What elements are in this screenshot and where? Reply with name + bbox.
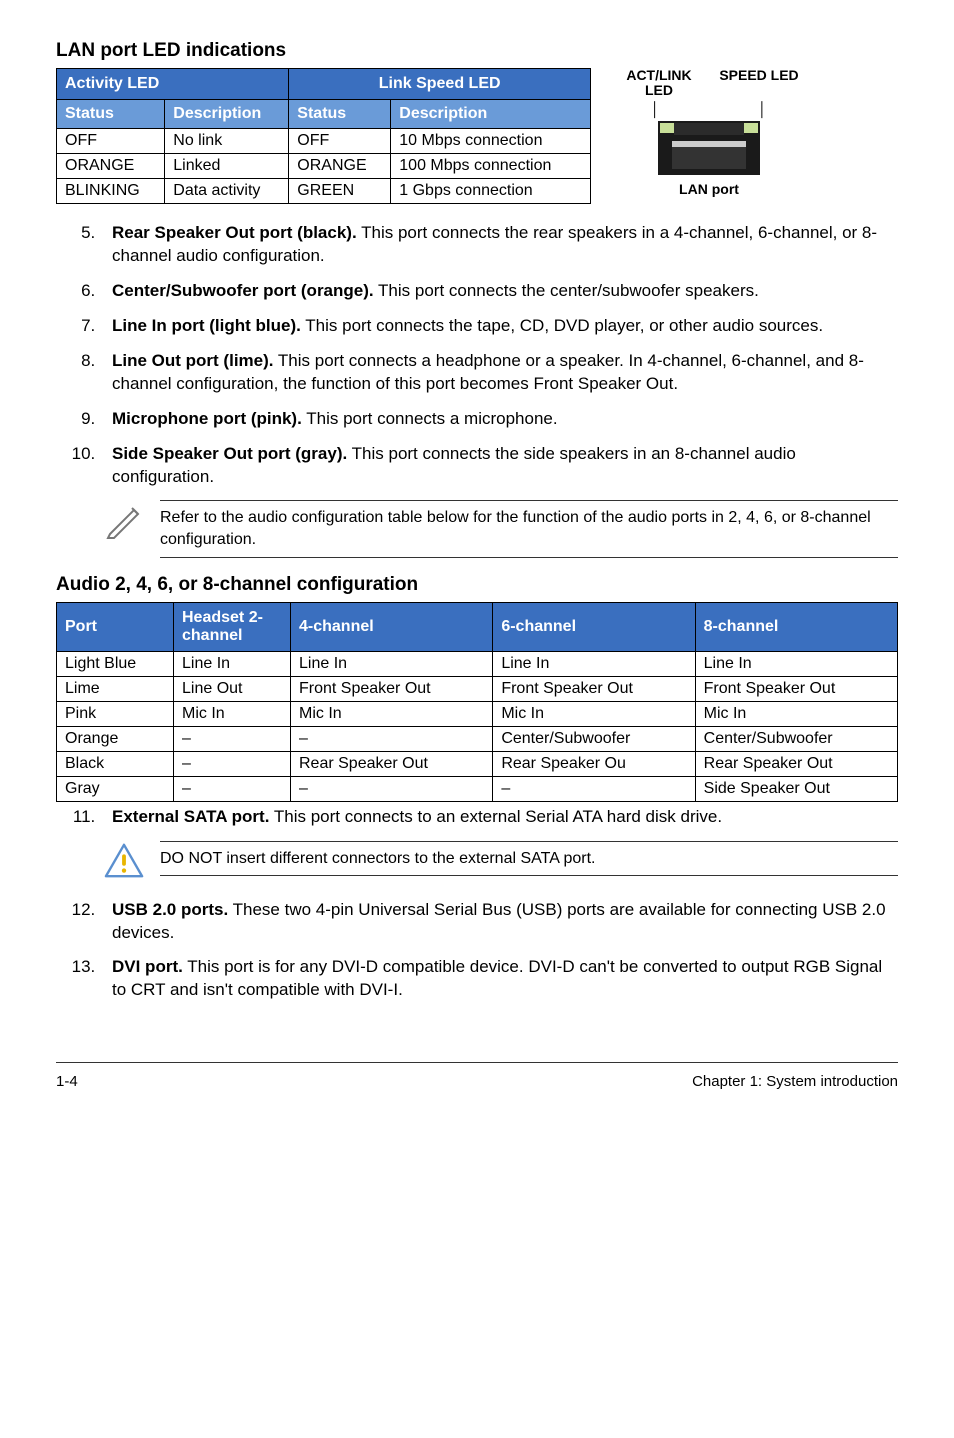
table-row: Black–Rear Speaker OutRear Speaker OuRea… — [57, 751, 898, 776]
led-table: Activity LED Link Speed LED Status Descr… — [56, 68, 591, 204]
feature-list-a: Rear Speaker Out port (black). This port… — [56, 222, 898, 488]
list-item: External SATA port. This port connects t… — [100, 806, 898, 829]
page-number: 1-4 — [56, 1073, 78, 1090]
list-item: DVI port. This port is for any DVI-D com… — [100, 956, 898, 1002]
feature-list-c: USB 2.0 ports. These two 4-pin Universal… — [56, 899, 898, 1003]
table-row: ORANGE Linked ORANGE 100 Mbps connection — [57, 154, 591, 179]
led-sub-status: Status — [289, 100, 391, 129]
feature-list-b: External SATA port. This port connects t… — [56, 806, 898, 829]
list-item: Center/Subwoofer port (orange). This por… — [100, 280, 898, 303]
table-row: Orange––Center/SubwooferCenter/Subwoofer — [57, 726, 898, 751]
page-footer: 1-4 Chapter 1: System introduction — [56, 1062, 898, 1090]
led-sub-status: Status — [57, 100, 165, 129]
lan-port-diagram: ACT/LINK LED SPEED LED │ │ LAN port — [619, 68, 799, 204]
warning-icon — [104, 841, 144, 881]
note-text: Refer to the audio configuration table b… — [160, 500, 898, 557]
led-header-activity: Activity LED — [57, 69, 289, 100]
led-header-link: Link Speed LED — [289, 69, 591, 100]
list-item: USB 2.0 ports. These two 4-pin Universal… — [100, 899, 898, 945]
table-row: OFF No link OFF 10 Mbps connection — [57, 129, 591, 154]
audio-header-6ch: 6-channel — [493, 602, 695, 651]
table-row: PinkMic InMic InMic InMic In — [57, 701, 898, 726]
led-sub-desc: Description — [391, 100, 591, 129]
audio-header-2ch: Headset 2-channel — [174, 602, 291, 651]
table-row: LimeLine OutFront Speaker OutFront Speak… — [57, 676, 898, 701]
note-text: DO NOT insert different connectors to th… — [160, 841, 898, 877]
section-heading: LAN port LED indications — [56, 40, 898, 62]
lan-port-label: LAN port — [619, 181, 799, 197]
list-item: Line Out port (lime). This port connects… — [100, 350, 898, 396]
led-sub-desc: Description — [165, 100, 289, 129]
lan-speed-label: SPEED LED — [719, 68, 799, 99]
section-heading: Audio 2, 4, 6, or 8-channel configuratio… — [56, 574, 898, 596]
pencil-icon — [104, 500, 144, 540]
audio-header-port: Port — [57, 602, 174, 651]
audio-header-4ch: 4-channel — [291, 602, 493, 651]
list-item: Microphone port (pink). This port connec… — [100, 408, 898, 431]
lan-port-icon — [654, 117, 764, 179]
list-item: Side Speaker Out port (gray). This port … — [100, 443, 898, 489]
list-item: Line In port (light blue). This port con… — [100, 315, 898, 338]
audio-header-8ch: 8-channel — [695, 602, 897, 651]
pointer-line: │ — [651, 101, 660, 117]
list-item: Rear Speaker Out port (black). This port… — [100, 222, 898, 268]
chapter-title: Chapter 1: System introduction — [692, 1073, 898, 1090]
audio-table: Port Headset 2-channel 4-channel 6-chann… — [56, 602, 898, 802]
table-row: BLINKING Data activity GREEN 1 Gbps conn… — [57, 179, 591, 204]
lan-actlink-label: ACT/LINK LED — [619, 68, 699, 99]
pointer-line: │ — [758, 101, 767, 117]
table-row: Gray–––Side Speaker Out — [57, 776, 898, 801]
table-row: Light BlueLine InLine InLine InLine In — [57, 651, 898, 676]
